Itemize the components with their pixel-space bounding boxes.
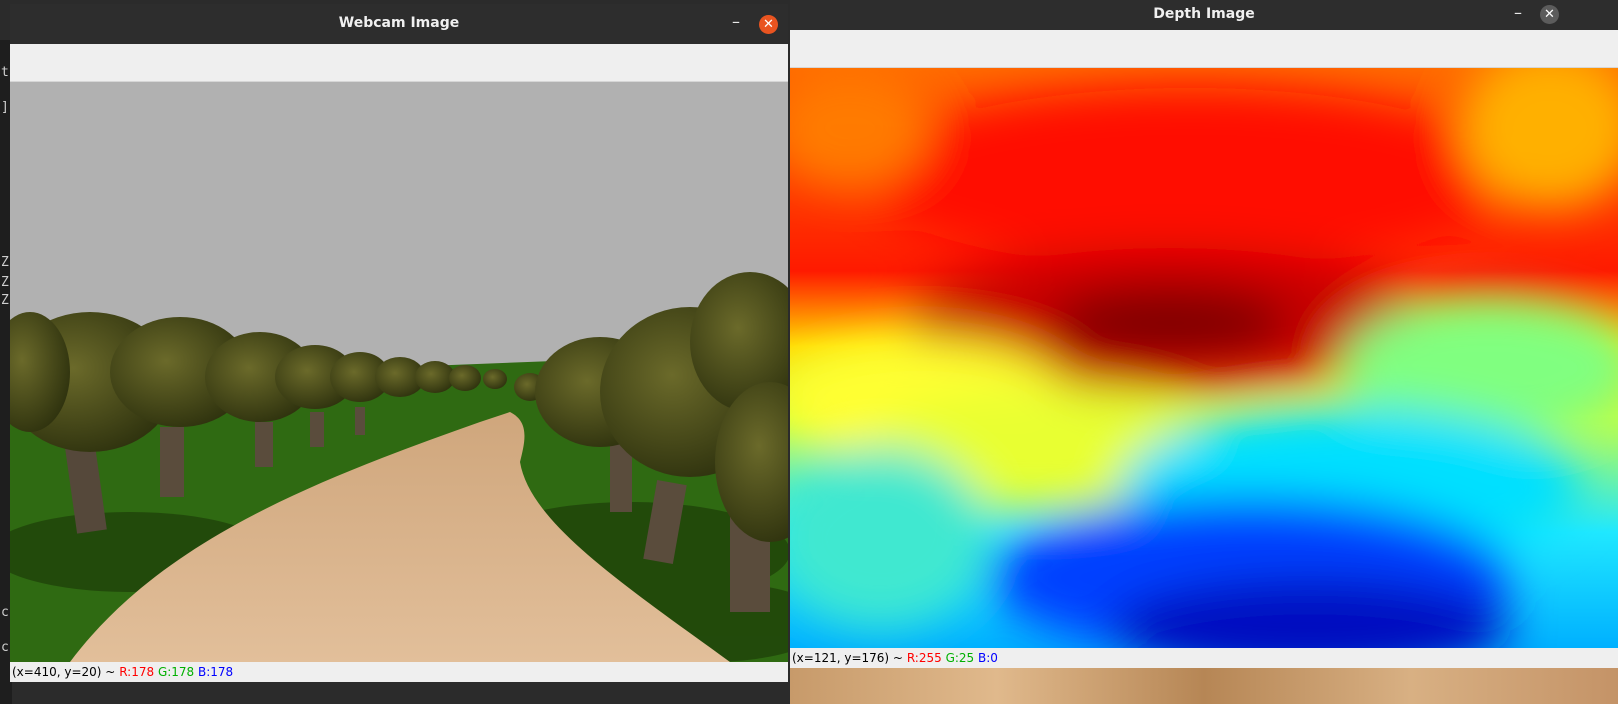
background-texture (790, 668, 1618, 704)
green-value: G:25 (945, 651, 975, 665)
window-title: Webcam Image (338, 15, 460, 31)
terminal-line: t (1, 65, 9, 80)
minimize-button[interactable]: – (1508, 5, 1528, 25)
terminal-line: c (1, 605, 9, 620)
depth-window[interactable]: Depth Image – ✕ (x=121, y=176) ~ R:255 G… (790, 0, 1618, 668)
close-button[interactable]: ✕ (759, 15, 778, 34)
webcam-toolbar (10, 44, 788, 82)
webcam-image[interactable] (10, 82, 788, 662)
blue-value: B:0 (978, 651, 998, 665)
terminal-line: c (1, 640, 9, 655)
terminal-line: Z (1, 255, 9, 270)
minimize-button[interactable]: – (726, 14, 746, 34)
cursor-coordinates: (x=121, y=176) ~ (792, 651, 903, 665)
blue-value: B:178 (198, 665, 234, 679)
depth-statusbar: (x=121, y=176) ~ R:255 G:25 B:0 (790, 648, 1618, 668)
depth-toolbar (790, 30, 1618, 68)
terminal-line: ] (1, 100, 9, 115)
red-value: R:178 (119, 665, 155, 679)
depth-titlebar[interactable]: Depth Image – ✕ (790, 0, 1618, 30)
webcam-window[interactable]: Webcam Image – ✕ (x=410, y=20) ~ R:178 G… (10, 4, 788, 682)
terminal-line: Z (1, 293, 9, 308)
webcam-statusbar: (x=410, y=20) ~ R:178 G:178 B:178 (10, 662, 788, 682)
terminal-line: Z (1, 275, 9, 290)
close-button[interactable]: ✕ (1540, 5, 1559, 24)
depth-image[interactable] (790, 68, 1618, 648)
green-value: G:178 (157, 665, 195, 679)
webcam-titlebar[interactable]: Webcam Image – ✕ (10, 4, 788, 44)
window-title: Depth Image (1153, 6, 1255, 22)
cursor-coordinates: (x=410, y=20) ~ (12, 665, 116, 679)
depth-blobs (790, 68, 1618, 648)
red-value: R:255 (906, 651, 942, 665)
